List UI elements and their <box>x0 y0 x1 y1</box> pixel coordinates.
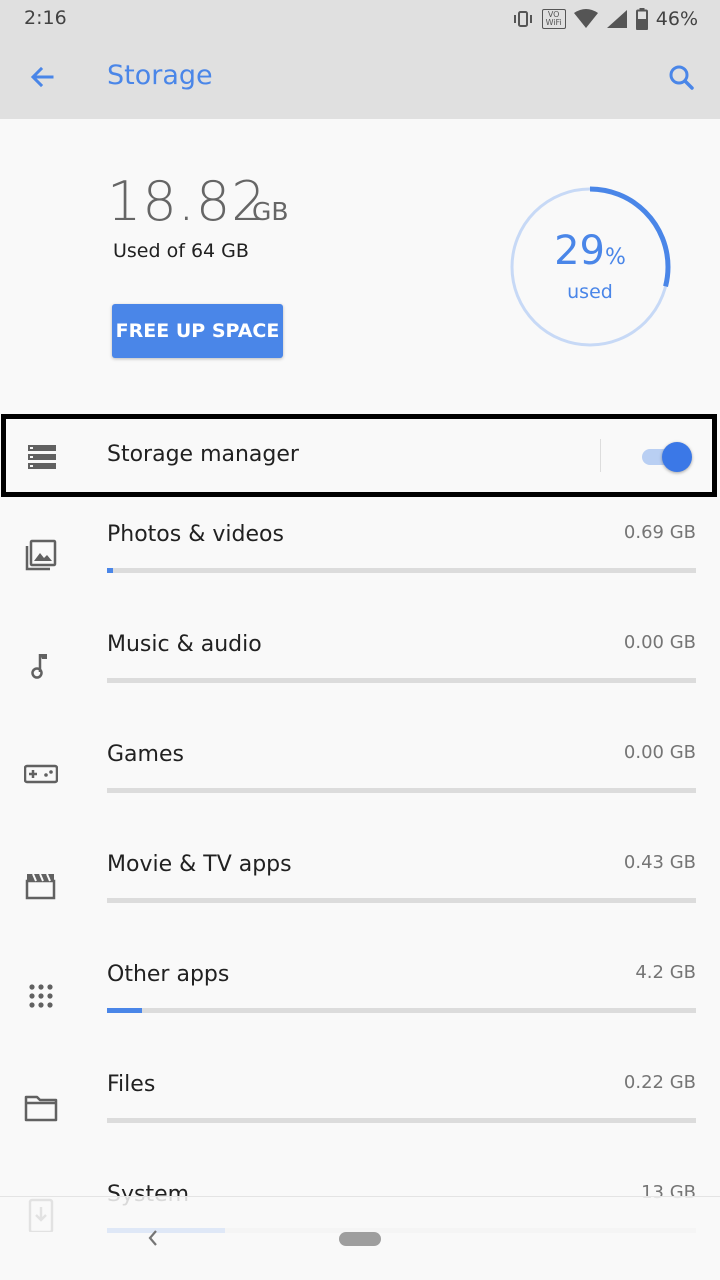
back-button[interactable] <box>22 58 62 98</box>
battery-icon <box>635 8 648 30</box>
category-usage-bar <box>107 568 696 573</box>
page-title: Storage <box>107 60 213 91</box>
category-row-music[interactable]: Music & audio 0.00 GB <box>0 626 720 736</box>
category-label: Music & audio <box>107 632 262 657</box>
storage-manager-toggle[interactable] <box>642 439 692 475</box>
divider <box>600 439 601 472</box>
app-bar: Storage <box>0 38 720 119</box>
category-usage-bar <box>107 788 696 793</box>
arrow-left-icon <box>30 66 54 88</box>
gamepad-icon <box>24 764 58 784</box>
category-row-other-apps[interactable]: Other apps 4.2 GB <box>0 956 720 1066</box>
status-bar: 2:16 VO WiFi 46% <box>0 0 720 38</box>
category-label: Movie & TV apps <box>107 852 292 877</box>
nav-back-icon[interactable] <box>145 1227 161 1249</box>
category-size: 0.00 GB <box>623 632 696 653</box>
vowifi-icon: VO WiFi <box>541 9 566 29</box>
battery-percent: 46% <box>655 8 698 30</box>
home-pill-button[interactable] <box>339 1232 381 1246</box>
navigation-bar <box>0 1196 720 1280</box>
category-size: 0.43 GB <box>623 852 696 873</box>
category-size: 0.22 GB <box>623 1072 696 1093</box>
cell-signal-icon <box>606 10 627 28</box>
search-icon <box>669 65 694 90</box>
category-row-games[interactable]: Games 0.00 GB <box>0 736 720 846</box>
category-row-files[interactable]: Files 0.22 GB <box>0 1066 720 1176</box>
category-usage-bar <box>107 678 696 683</box>
category-label: Files <box>107 1072 156 1097</box>
usage-caption: used <box>567 281 613 303</box>
status-icons: VO WiFi 46% <box>512 6 698 32</box>
vibrate-icon <box>513 11 532 27</box>
toggle-thumb <box>662 442 692 472</box>
category-row-movies[interactable]: Movie & TV apps 0.43 GB <box>0 846 720 956</box>
category-row-photos[interactable]: Photos & videos 0.69 GB <box>0 516 720 626</box>
category-label: Games <box>107 742 184 767</box>
category-size: 0.69 GB <box>623 522 696 543</box>
category-usage-bar <box>107 1008 696 1013</box>
used-of-total: Used of 64 GB <box>113 240 249 262</box>
used-value: 18.82 <box>107 170 267 233</box>
category-usage-bar <box>107 898 696 903</box>
category-usage-bar <box>107 1118 696 1123</box>
storage-manager-icon <box>28 445 56 469</box>
folder-icon <box>24 1095 58 1122</box>
music-note-icon <box>31 654 47 679</box>
storage-manager-row[interactable]: Storage manager <box>1 414 717 497</box>
category-label: Photos & videos <box>107 522 284 547</box>
category-size: 4.2 GB <box>635 962 696 983</box>
usage-percent: 29% <box>554 228 626 274</box>
free-up-space-button[interactable]: FREE UP SPACE <box>112 304 283 358</box>
usage-fill <box>107 1008 143 1013</box>
category-size: 0.00 GB <box>623 742 696 763</box>
wifi-icon <box>573 9 598 28</box>
apps-grid-icon <box>29 984 53 1008</box>
usage-fill <box>107 568 113 573</box>
search-button[interactable] <box>662 58 702 98</box>
status-time: 2:16 <box>24 7 67 29</box>
storage-manager-label: Storage manager <box>107 442 299 467</box>
clapperboard-icon <box>25 873 56 900</box>
photos-icon <box>25 539 57 571</box>
category-label: Other apps <box>107 962 230 987</box>
used-unit: GB <box>252 197 289 226</box>
